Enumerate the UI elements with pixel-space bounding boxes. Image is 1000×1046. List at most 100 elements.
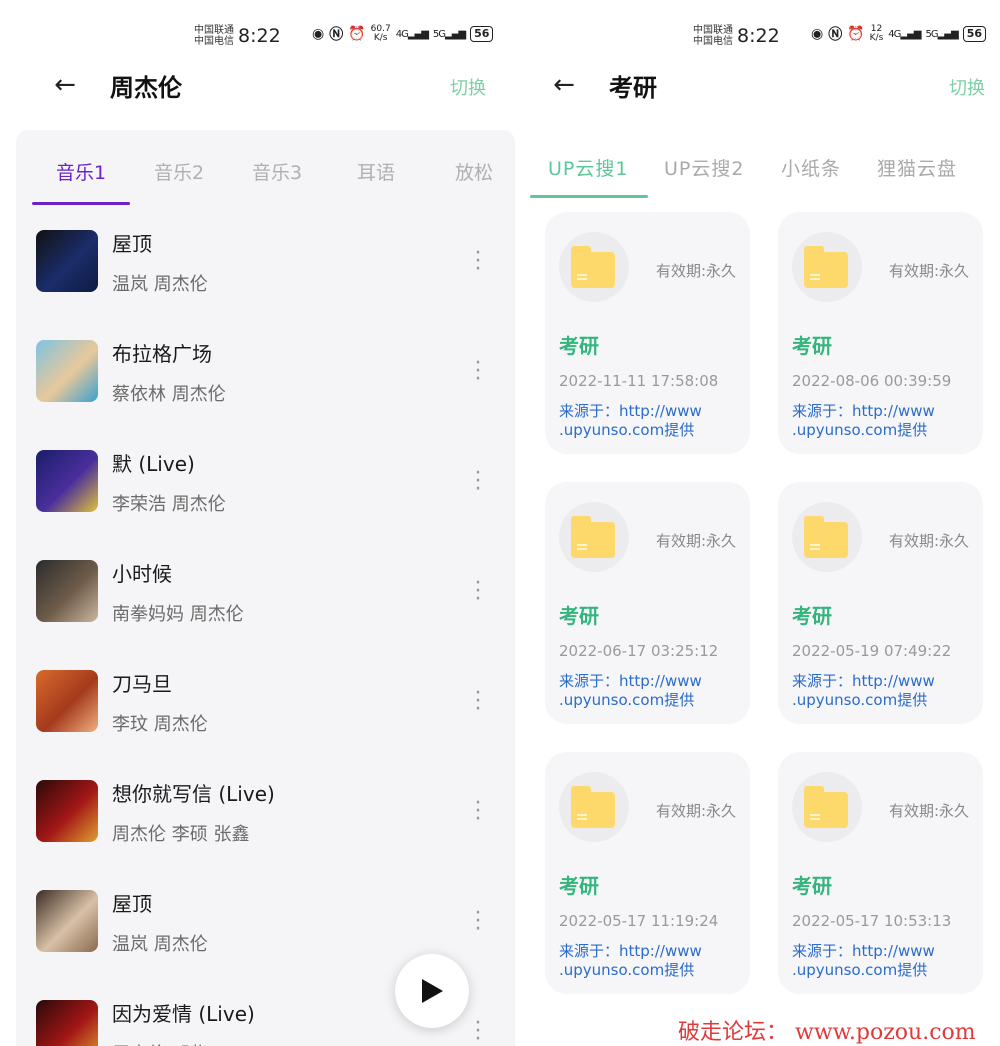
watermark: 破走论坛： www.pozou.com xyxy=(678,1020,976,1045)
folder-icon xyxy=(571,786,615,828)
carrier-1: 中国联通 xyxy=(693,25,733,36)
status-bar: 中国联通 中国电信 8:22 xyxy=(693,18,780,54)
tab-relax[interactable]: 放松 xyxy=(424,158,515,185)
net-type-1: 4G xyxy=(395,28,409,40)
folder-icon-wrap xyxy=(792,502,862,572)
status-bar: 中国联通 中国电信 8:22 xyxy=(194,18,281,54)
more-options-icon[interactable]: · · · xyxy=(468,463,488,501)
more-options-icon[interactable]: · · · xyxy=(468,353,488,391)
clock: 8:22 xyxy=(737,25,780,47)
tab-note[interactable]: 小纸条 xyxy=(781,154,841,181)
card-source-link[interactable]: 来源于：http://www .upyunso.com提供 xyxy=(559,402,744,440)
song-row[interactable]: 布拉格广场 蔡依林 周杰伦 · · · xyxy=(16,326,515,436)
card-date: 2022-05-17 10:53:13 xyxy=(792,912,952,930)
validity-label: 有效期:永久 xyxy=(655,532,736,550)
song-artist: 周杰伦 李硕 张鑫 xyxy=(112,824,250,845)
song-row[interactable]: 默 (Live) 李荣浩 周杰伦 · · · xyxy=(16,436,515,546)
alarm-icon: ⏰ xyxy=(847,26,865,42)
header: ← 考研 切换 xyxy=(515,66,1000,110)
more-options-icon[interactable]: · · · xyxy=(468,243,488,281)
clock: 8:22 xyxy=(238,25,281,47)
album-cover xyxy=(36,670,98,732)
page-title: 考研 xyxy=(609,74,657,102)
play-icon xyxy=(422,979,443,1003)
song-artist: 温岚 周杰伦 xyxy=(112,934,208,955)
card-source-link[interactable]: 来源于：http://www .upyunso.com提供 xyxy=(792,942,977,980)
back-arrow-icon[interactable]: ← xyxy=(549,70,579,100)
card-title: 考研 xyxy=(559,604,599,628)
more-options-icon[interactable]: · · · xyxy=(468,1013,488,1046)
tab-up-search-1[interactable]: UP云搜1 xyxy=(548,154,628,181)
back-arrow-icon[interactable]: ← xyxy=(50,70,80,100)
card-date: 2022-05-19 07:49:22 xyxy=(792,642,952,660)
result-card[interactable]: 有效期:永久 考研 2022-11-11 17:58:08 来源于：http://ww… xyxy=(545,212,750,454)
card-title: 考研 xyxy=(559,874,599,898)
more-options-icon[interactable]: · · · xyxy=(468,683,488,721)
song-title: 布拉格广场 xyxy=(112,342,212,366)
battery-icon: 56 xyxy=(470,26,494,42)
eye-icon: ◉ xyxy=(312,26,325,42)
song-row[interactable]: 小时候 南拳妈妈 周杰伦 · · · xyxy=(16,546,515,656)
switch-button[interactable]: 切换 xyxy=(949,74,985,100)
tab-music-1[interactable]: 音乐1 xyxy=(31,158,131,185)
validity-label: 有效期:永久 xyxy=(888,532,969,550)
active-tab-indicator xyxy=(530,195,648,198)
switch-button[interactable]: 切换 xyxy=(450,74,486,100)
card-date: 2022-08-06 00:39:59 xyxy=(792,372,952,390)
net-type-2: 5G xyxy=(432,28,446,40)
tab-music-3[interactable]: 音乐3 xyxy=(227,158,327,185)
album-cover xyxy=(36,450,98,512)
more-options-icon[interactable]: · · · xyxy=(468,793,488,831)
net-speed-unit: K/s xyxy=(869,33,884,43)
carrier-labels: 中国联通 中国电信 xyxy=(194,25,234,47)
result-card[interactable]: 有效期:永久 考研 2022-05-17 11:19:24 来源于：http://ww… xyxy=(545,752,750,994)
card-source-link[interactable]: 来源于：http://www .upyunso.com提供 xyxy=(792,672,977,710)
play-button[interactable] xyxy=(395,954,469,1028)
card-title: 考研 xyxy=(792,874,832,898)
more-options-icon[interactable]: · · · xyxy=(468,903,488,941)
signal-icon-2: 5G▂▄▆ xyxy=(925,28,958,40)
signal-icon: 4G▂▄▆ xyxy=(395,28,429,40)
tab-music-2[interactable]: 音乐2 xyxy=(129,158,229,185)
signal-icon: 4G▂▄▆ xyxy=(888,28,921,40)
song-title: 屋顶 xyxy=(112,232,152,256)
album-cover xyxy=(36,890,98,952)
result-card[interactable]: 有效期:永久 考研 2022-08-06 00:39:59 来源于：http://ww… xyxy=(778,212,983,454)
result-card[interactable]: 有效期:永久 考研 2022-05-19 07:49:22 来源于：http://ww… xyxy=(778,482,983,724)
net-type-2: 5G xyxy=(925,28,938,40)
net-speed: 60.7 K/s xyxy=(371,25,391,43)
song-title: 屋顶 xyxy=(112,892,152,916)
tab-whisper[interactable]: 耳语 xyxy=(326,158,426,185)
music-list-area: 音乐1 音乐2 音乐3 耳语 放松 屋顶 温岚 周杰伦 · · · 布拉格广场 蔡依林 周杰… xyxy=(16,130,515,1046)
tab-cat-cloud[interactable]: 狸猫云盘 xyxy=(877,154,957,181)
card-source-link[interactable]: 来源于：http://www .upyunso.com提供 xyxy=(792,402,977,440)
cloud-search-panel: 中国联通 中国电信 8:22 ◉ Ⓝ ⏰ 12 K/s 4G▂▄▆ 5G▂▄▆ … xyxy=(515,0,1000,1046)
folder-icon-wrap xyxy=(559,502,629,572)
carrier-labels: 中国联通 中国电信 xyxy=(693,25,733,47)
album-cover xyxy=(36,560,98,622)
song-artist: 李玟 周杰伦 xyxy=(112,714,208,735)
more-options-icon[interactable]: · · · xyxy=(468,573,488,611)
battery-icon: 56 xyxy=(962,26,986,42)
song-title: 因为爱情 (Live) xyxy=(112,1002,255,1026)
result-card[interactable]: 有效期:永久 考研 2022-05-17 10:53:13 来源于：http://ww… xyxy=(778,752,983,994)
album-cover xyxy=(36,780,98,842)
folder-icon xyxy=(571,516,615,558)
card-source-link[interactable]: 来源于：http://www .upyunso.com提供 xyxy=(559,672,744,710)
nfc-icon: Ⓝ xyxy=(329,27,344,43)
net-type-1: 4G xyxy=(888,28,901,40)
card-source-link[interactable]: 来源于：http://www .upyunso.com提供 xyxy=(559,942,744,980)
song-row[interactable]: 刀马旦 李玟 周杰伦 · · · xyxy=(16,656,515,766)
alarm-icon: ⏰ xyxy=(348,26,366,42)
song-row[interactable]: 想你就写信 (Live) 周杰伦 李硕 张鑫 · · · xyxy=(16,766,515,876)
result-card[interactable]: 有效期:永久 考研 2022-06-17 03:25:12 来源于：http://ww… xyxy=(545,482,750,724)
album-cover xyxy=(36,230,98,292)
song-row[interactable]: 屋顶 温岚 周杰伦 · · · xyxy=(16,216,515,326)
tab-bar: 音乐1 音乐2 音乐3 耳语 放松 xyxy=(16,158,515,198)
song-title: 想你就写信 (Live) xyxy=(112,782,275,806)
card-title: 考研 xyxy=(559,334,599,358)
header: ← 周杰伦 切换 xyxy=(0,66,515,110)
tab-up-search-2[interactable]: UP云搜2 xyxy=(664,154,744,181)
folder-icon-wrap xyxy=(559,232,629,302)
folder-icon xyxy=(571,246,615,288)
